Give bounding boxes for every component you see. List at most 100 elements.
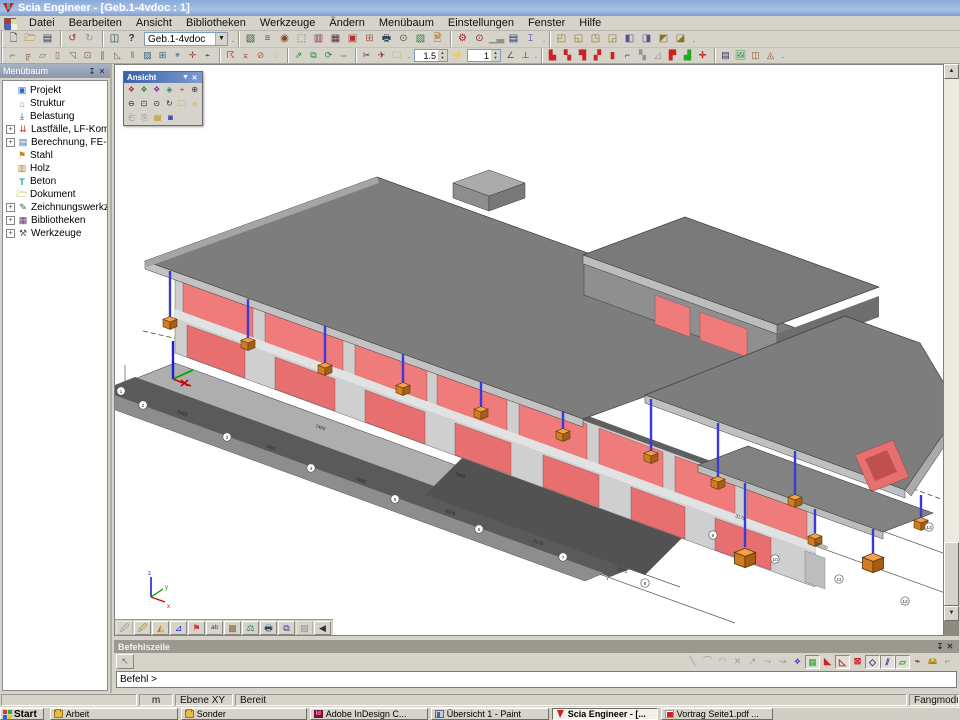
zoom-all-icon[interactable]: ⊙ [150, 98, 163, 110]
plane-icon[interactable]: ✈ [374, 49, 389, 62]
node-icon[interactable]: ⌖ [170, 49, 185, 62]
results-icon[interactable]: ▤ [505, 32, 522, 47]
text-label-icon[interactable]: ᵃᵇ [206, 621, 223, 635]
ansicht-palette[interactable]: Ansicht ▼ ✕ ❖ ❖ ❖ ◈ ⌖ ⊕ ⊖ ⊡ ⊙ ↻ 🗀 ☼ ⎗ ⎘ … [123, 71, 203, 126]
project-icon[interactable]: ▧ [242, 32, 259, 47]
task-arbeit[interactable]: Arbeit [50, 708, 178, 720]
snap-ortho-icon[interactable]: ⌁ [910, 655, 925, 669]
chevron-down-icon[interactable]: ▼ [215, 33, 227, 45]
printer-icon[interactable]: 🖶 [260, 621, 277, 635]
view-window-6-icon[interactable]: ◨ [638, 32, 655, 47]
rib-icon[interactable]: ∥ [95, 49, 110, 62]
menu-fenster[interactable]: Fenster [521, 16, 572, 30]
angle-icon[interactable]: ∠ [503, 49, 518, 62]
grid-icon[interactable]: ⊞ [361, 32, 378, 47]
select-cursor-icon[interactable]: ⌅ [238, 49, 253, 62]
ucs-icon[interactable]: ⊥ [518, 49, 533, 62]
diagram-icon[interactable]: ⊿ [170, 621, 187, 635]
snap-node-icon[interactable]: ◇ [865, 655, 880, 669]
tree-item-holz[interactable]: ▥Holz [3, 162, 107, 175]
view-z-icon[interactable]: ❖ [150, 84, 163, 96]
erase-icon[interactable]: ✂ [359, 49, 374, 62]
save-icon[interactable]: ▤ [39, 32, 56, 47]
cross-icon[interactable]: ✛ [185, 49, 200, 62]
link-icon[interactable]: ⌁ [200, 49, 215, 62]
tree-item-belastung[interactable]: ⤓Belastung [3, 110, 107, 123]
close-icon[interactable]: ✕ [97, 67, 107, 76]
menu-bibliotheken[interactable]: Bibliotheken [179, 16, 253, 30]
spinner-arrows-icon[interactable]: ▲▼ [438, 50, 447, 61]
view-window-7-icon[interactable]: ◩ [655, 32, 672, 47]
flag-icon[interactable]: ⚑ [188, 621, 205, 635]
light-icon[interactable]: ☼ [188, 98, 201, 110]
library-icon[interactable]: ▧ [412, 32, 429, 47]
load-line-icon[interactable]: ▚ [560, 49, 575, 62]
point-tool-icon[interactable]: ↗ [745, 655, 760, 669]
count-spinner[interactable]: 1 ▲▼ [467, 49, 501, 62]
render-settings-icon[interactable]: 🖼 [733, 49, 748, 62]
zoom-in-icon[interactable]: ⊕ [188, 84, 201, 96]
snap-intersection-icon[interactable]: ⊠ [850, 655, 865, 669]
wireframe-icon[interactable]: ▤ [151, 112, 164, 124]
pin-icon[interactable]: ↧ [87, 67, 97, 76]
render-icon[interactable]: ◙ [164, 112, 177, 124]
view-camera-icon[interactable]: ⌖ [176, 84, 189, 96]
spinner-arrows-icon[interactable]: ▲▼ [491, 50, 500, 61]
chart-icon[interactable]: ▁▃ [488, 32, 505, 47]
wall-icon[interactable]: ▯ [50, 49, 65, 62]
next-view-icon[interactable]: ⎘ [138, 112, 151, 124]
document-window-icon[interactable] [4, 18, 16, 29]
collapse-left-icon[interactable]: ◀ [314, 621, 331, 635]
cursor-arrow-icon[interactable]: ↖ [116, 654, 134, 669]
lasso-icon[interactable]: ◌ [268, 49, 283, 62]
column-icon[interactable]: ╔ [20, 49, 35, 62]
beam-icon[interactable]: ⌐ [5, 49, 20, 62]
close-icon[interactable]: ✕ [945, 642, 955, 651]
view-window-2-icon[interactable]: ◱ [570, 32, 587, 47]
load-point-icon[interactable]: ▙ [545, 49, 560, 62]
load-snow-icon[interactable]: ◿ [650, 49, 665, 62]
task-scia-engineer[interactable]: Scia Engineer - [... [552, 708, 658, 720]
scrollbar-thumb[interactable] [944, 542, 959, 606]
task-pdf[interactable]: Vortrag Seite1.pdf ... [661, 708, 773, 720]
rotate-view-icon[interactable]: ↻ [163, 98, 176, 110]
layers-icon[interactable]: ≡ [259, 32, 276, 47]
measure-icon[interactable]: ⚖ [242, 621, 259, 635]
tree-item-projekt[interactable]: ▣Projekt [3, 84, 107, 97]
link-off-icon[interactable]: 🖉 [116, 621, 133, 635]
status-snap-mode[interactable]: Fangmodus [909, 694, 959, 706]
search-icon[interactable]: ⊙ [471, 32, 488, 47]
menu-einstellungen[interactable]: Einstellungen [441, 16, 521, 30]
menu-werkzeuge[interactable]: Werkzeuge [253, 16, 322, 30]
menu-datei[interactable]: Datei [22, 16, 62, 30]
member-icon[interactable]: ‖ [125, 49, 140, 62]
arc-tool-icon[interactable]: ◠ [715, 655, 730, 669]
task-sonder[interactable]: Sonder [181, 708, 307, 720]
scroll-up-icon[interactable]: ▲ [944, 64, 959, 79]
ansicht-titlebar[interactable]: Ansicht ▼ ✕ [124, 72, 202, 83]
expand-icon[interactable]: + [6, 229, 15, 238]
link-on-icon[interactable]: 🖉 [134, 621, 151, 635]
open-file-icon[interactable]: 🗁 [22, 32, 39, 47]
close-icon[interactable]: ✕ [190, 74, 199, 82]
load-combination-icon[interactable]: ▛ [665, 49, 680, 62]
zoom-window-icon[interactable]: ⊡ [138, 98, 151, 110]
haunch-icon[interactable]: ◺ [110, 49, 125, 62]
view-window-5-icon[interactable]: ◧ [621, 32, 638, 47]
snap-settings-icon[interactable]: ⌐ [940, 655, 955, 669]
load-target-icon[interactable]: ✛ [695, 49, 710, 62]
menu-hilfe[interactable]: Hilfe [572, 16, 608, 30]
line-tool-icon[interactable]: ╲ [685, 655, 700, 669]
start-button[interactable]: Start [0, 708, 44, 720]
save-view-icon[interactable]: ▤ [718, 49, 733, 62]
grid-snap-icon[interactable]: ▦ [805, 655, 820, 669]
view-window-8-icon[interactable]: ◪ [672, 32, 689, 47]
spline-tool-icon[interactable]: ↝ [775, 655, 790, 669]
preview-icon[interactable]: ⊙ [395, 32, 412, 47]
chevron-down-icon[interactable]: ▼ [181, 74, 190, 81]
menu-aendern[interactable]: Ändern [322, 16, 371, 30]
command-input[interactable]: Befehl > [116, 671, 957, 688]
select-curve-icon[interactable]: ☈ [223, 49, 238, 62]
menu-ansicht[interactable]: Ansicht [129, 16, 179, 30]
layers-icon[interactable]: ⧉ [278, 621, 295, 635]
